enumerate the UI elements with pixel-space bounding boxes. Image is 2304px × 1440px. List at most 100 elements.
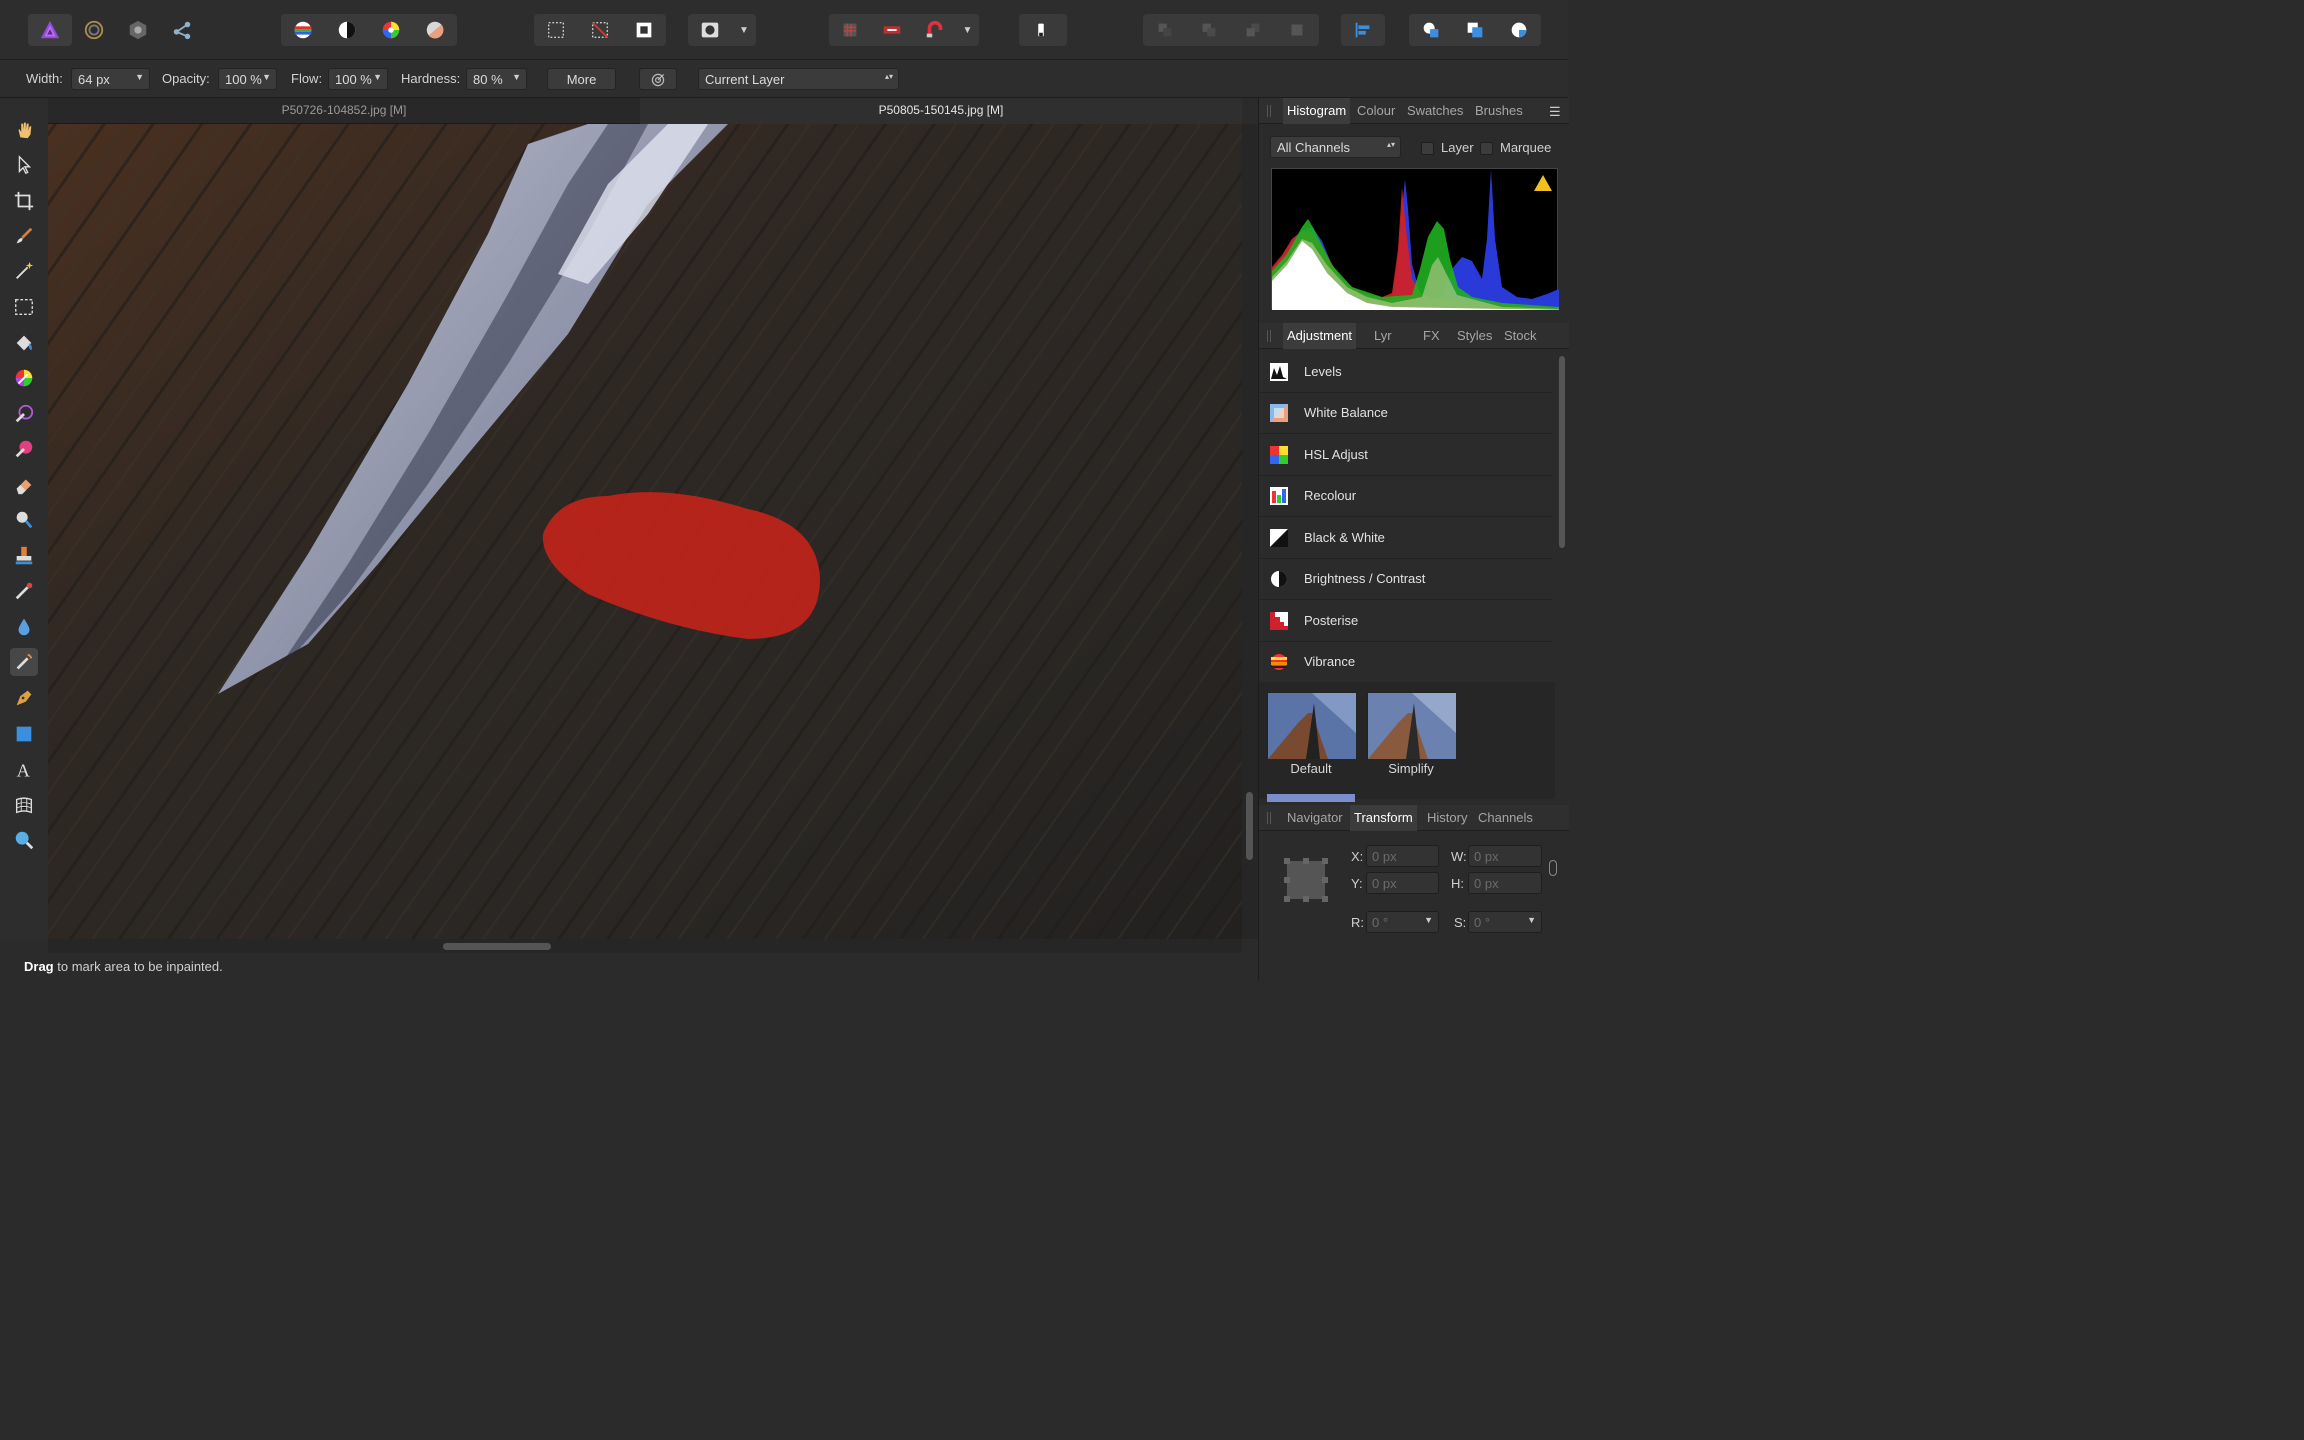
mesh-warp-icon[interactable] [10, 791, 38, 819]
tab-stock[interactable]: Stock [1500, 323, 1541, 349]
panel-menu-icon[interactable]: ☰ [1549, 104, 1561, 120]
tab-layers[interactable]: Lyr [1370, 323, 1396, 349]
align-icon[interactable] [1341, 14, 1385, 46]
move-to-back-icon[interactable] [1143, 14, 1187, 46]
w-field[interactable]: 0 px [1468, 845, 1542, 867]
add-shapes-icon[interactable] [1409, 14, 1453, 46]
subtract-shapes-icon[interactable] [1453, 14, 1497, 46]
panel-grip-icon[interactable] [1267, 812, 1271, 824]
adjustment-item-brightness-contrast[interactable]: Brightness / Contrast [1259, 559, 1552, 600]
hand-icon[interactable] [10, 116, 38, 144]
deselect-icon[interactable] [578, 14, 622, 46]
tab-fx[interactable]: FX [1419, 323, 1444, 349]
quick-mask-icon[interactable] [688, 14, 732, 46]
layer-select[interactable]: Current Layer ▴▾ [698, 68, 899, 90]
develop-persona-icon[interactable] [116, 14, 160, 46]
refine-brush-icon[interactable] [10, 435, 38, 463]
preset-thumbnail-simplify[interactable] [1367, 692, 1456, 759]
rectangle-icon[interactable] [10, 720, 38, 748]
tab-history[interactable]: History [1423, 805, 1471, 831]
zoom-icon[interactable] [10, 826, 38, 854]
color-picker-icon[interactable] [10, 364, 38, 392]
export-persona-icon[interactable] [160, 14, 204, 46]
marquee-icon[interactable] [10, 293, 38, 321]
adjustment-item-white-balance[interactable]: White Balance [1259, 393, 1552, 434]
horizontal-scroll-thumb[interactable] [443, 943, 551, 950]
shear-field[interactable]: 0 ° ▼ [1468, 911, 1542, 933]
auto-levels-icon[interactable] [281, 14, 325, 46]
layer-checkbox[interactable] [1421, 142, 1434, 155]
flood-fill-icon[interactable] [10, 329, 38, 357]
tab-transform[interactable]: Transform [1350, 805, 1417, 831]
tab-swatches[interactable]: Swatches [1403, 98, 1467, 124]
adjustment-item-hsl-adjust[interactable]: HSL Adjust [1259, 435, 1552, 476]
width-field[interactable]: 64 px ▼ [71, 68, 150, 90]
horizontal-scrollbar[interactable] [48, 939, 1242, 953]
selection-brush-icon[interactable] [10, 400, 38, 428]
photo-persona-icon[interactable] [28, 14, 72, 46]
snapping-dropdown-icon[interactable]: ▼ [956, 14, 979, 46]
vertical-scroll-thumb[interactable] [1246, 792, 1253, 860]
move-back-icon[interactable] [1187, 14, 1231, 46]
move-to-front-icon[interactable] [1275, 14, 1319, 46]
tab-histogram[interactable]: Histogram [1283, 98, 1351, 124]
preset-thumbnail-default[interactable] [1267, 692, 1356, 759]
tab-channels[interactable]: Channels [1474, 805, 1537, 831]
tab-styles[interactable]: Styles [1453, 323, 1496, 349]
marquee-checkbox[interactable] [1480, 142, 1493, 155]
clone-icon[interactable] [10, 542, 38, 570]
adjustment-item-black-white[interactable]: Black & White [1259, 518, 1552, 559]
healing-icon[interactable] [10, 577, 38, 605]
text-icon[interactable]: A [10, 755, 38, 783]
assistant-icon[interactable] [871, 14, 913, 46]
adjustment-item-levels[interactable]: Levels [1259, 352, 1552, 393]
snapping-grid-icon[interactable] [829, 14, 871, 46]
paint-brush-icon[interactable] [10, 222, 38, 250]
flow-field[interactable]: 100 % ▼ [328, 68, 388, 90]
more-button[interactable]: More [547, 68, 616, 90]
adjustment-item-posterise[interactable]: Posterise [1259, 601, 1552, 642]
magnet-snapping-icon[interactable] [914, 14, 956, 46]
blur-icon[interactable] [10, 613, 38, 641]
eraser-icon[interactable] [10, 471, 38, 499]
magic-wand-icon[interactable] [10, 257, 38, 285]
panel-grip-icon[interactable] [1267, 105, 1271, 117]
rotation-field[interactable]: 0 ° ▼ [1366, 911, 1439, 933]
tab-colour[interactable]: Colour [1353, 98, 1399, 124]
pen-icon[interactable] [10, 684, 38, 712]
adjustment-item-recolour[interactable]: Recolour [1259, 476, 1552, 517]
hardness-field[interactable]: 80 % ▼ [466, 68, 527, 90]
document-tab-1[interactable]: P50726-104852.jpg [M] [48, 98, 640, 124]
adjustment-item-vibrance[interactable]: Vibrance [1259, 642, 1552, 683]
link-icon[interactable] [1549, 860, 1557, 876]
opacity-field[interactable]: 100 % ▼ [218, 68, 277, 90]
intersect-shapes-icon[interactable] [1497, 14, 1541, 46]
liquify-persona-icon[interactable] [72, 14, 116, 46]
dodge-icon[interactable] [10, 506, 38, 534]
marquee-selection-icon[interactable] [534, 14, 578, 46]
inpainting-icon[interactable] [10, 648, 38, 676]
panel-grip-icon[interactable] [1267, 330, 1271, 342]
tab-adjustment[interactable]: Adjustment [1283, 323, 1357, 349]
pressure-icon[interactable] [639, 68, 677, 90]
move-forward-icon[interactable] [1231, 14, 1275, 46]
auto-white-balance-icon[interactable] [413, 14, 457, 46]
document-canvas[interactable] [48, 124, 1242, 939]
adjustment-scrollbar[interactable] [1557, 352, 1567, 802]
auto-contrast-icon[interactable] [325, 14, 369, 46]
y-field[interactable]: 0 px [1366, 872, 1439, 894]
invert-selection-icon[interactable] [622, 14, 666, 46]
x-field[interactable]: 0 px [1366, 845, 1439, 867]
auto-colours-icon[interactable] [369, 14, 413, 46]
erase-icon[interactable] [1019, 14, 1063, 46]
channel-select[interactable]: All Channels ▴▾ [1270, 136, 1401, 158]
quick-mask-dropdown-icon[interactable]: ▼ [732, 14, 756, 46]
crop-icon[interactable] [10, 187, 38, 215]
h-field[interactable]: 0 px [1468, 872, 1542, 894]
adjustment-scroll-thumb[interactable] [1559, 356, 1565, 548]
vertical-scrollbar[interactable] [1242, 124, 1258, 939]
tab-brushes[interactable]: Brushes [1471, 98, 1527, 124]
move-icon[interactable] [10, 151, 38, 179]
document-tab-2[interactable]: P50805-150145.jpg [M] [640, 98, 1242, 124]
anchor-selector-icon[interactable] [1283, 857, 1329, 903]
